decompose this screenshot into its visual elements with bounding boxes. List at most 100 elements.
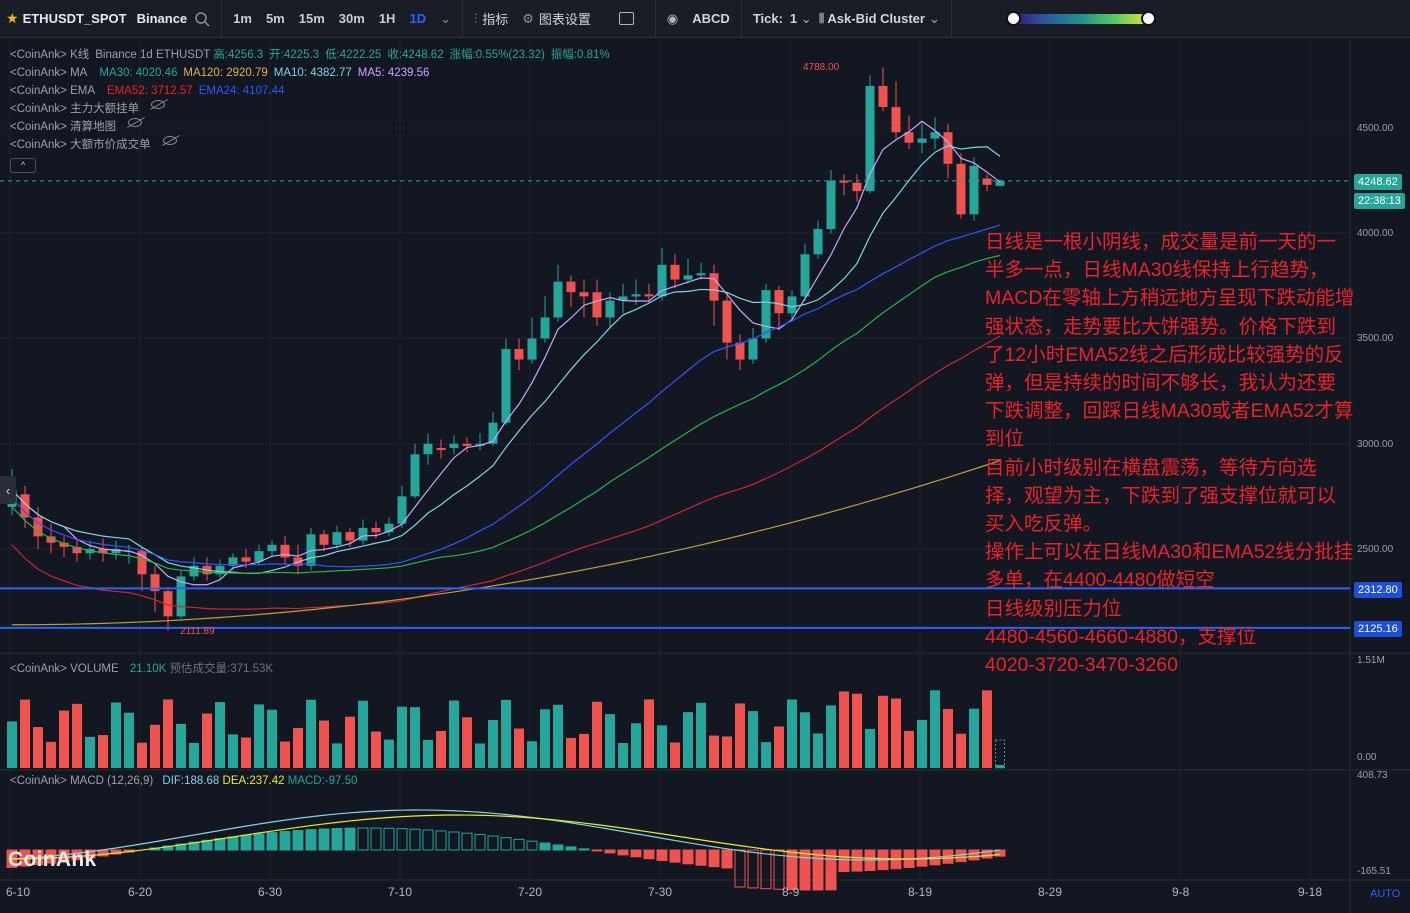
volume-bar — [436, 731, 446, 768]
interval-1d[interactable]: 1D — [402, 11, 433, 26]
candle-body — [774, 290, 784, 314]
macd-histogram-bar — [240, 834, 252, 851]
macd-histogram-bar — [357, 827, 369, 851]
candle-body — [891, 106, 901, 133]
volume-bar — [46, 741, 56, 768]
volume-bar — [98, 735, 108, 768]
ma-legend-row: <CoinAnk> MA MA30: 4020.46 MA120: 2920.7… — [10, 64, 610, 82]
interval-30m[interactable]: 30m — [332, 11, 372, 26]
interval-1m[interactable]: 1m — [226, 11, 259, 26]
liquidation-label: <CoinAnk> 清算地图 — [10, 121, 117, 133]
heatmap-gradient-slider[interactable] — [1005, 10, 1156, 26]
macd-histogram-bar — [695, 849, 707, 866]
candle-body — [267, 544, 277, 552]
chart-settings-button[interactable]: ⚙ 图表设置 — [515, 0, 598, 38]
square-icon — [618, 12, 634, 25]
liquidation-legend-row[interactable]: <CoinAnk> 清算地图 — [10, 118, 610, 136]
volume-bar — [189, 742, 199, 768]
big-trades-legend-row[interactable]: <CoinAnk> 大额市价成交单 — [10, 136, 610, 154]
x-axis-label: 9-8 — [1172, 885, 1190, 899]
cluster-icon: ⦀ — [818, 10, 825, 26]
macd-histogram-bar — [643, 849, 655, 860]
interval-5m[interactable]: 5m — [259, 11, 292, 26]
hidden-eye-icon[interactable] — [128, 118, 143, 127]
x-axis-label: 7-10 — [388, 885, 413, 899]
macd-histogram-bar — [292, 829, 304, 851]
symbol-name[interactable]: ETHUSDT_SPOT — [23, 11, 127, 26]
volume-bar — [878, 695, 888, 768]
volume-bar — [150, 724, 160, 768]
volume-bar — [748, 711, 758, 768]
indicators-label: 指标 — [482, 12, 509, 27]
volume-bar — [176, 723, 186, 768]
candle-body — [644, 294, 654, 297]
chart-settings-label: 图表设置 — [538, 12, 591, 27]
x-axis-label: 9-18 — [1298, 885, 1323, 899]
macd-histogram-bar — [305, 829, 317, 851]
x-axis-label: 6-20 — [128, 885, 153, 899]
candle-body — [514, 349, 524, 360]
volume-bar — [215, 702, 225, 768]
candle-body — [241, 557, 251, 562]
macd-axis-bottom: -165.51 — [1357, 866, 1391, 877]
macd-params: (12,26,9) — [107, 775, 154, 787]
macd-histogram-bar — [734, 849, 746, 888]
candle-body — [800, 254, 810, 297]
collapse-legend-button[interactable]: ^ — [10, 158, 36, 173]
volume-bar — [20, 699, 30, 768]
interval-15m[interactable]: 15m — [292, 11, 332, 26]
ema-legend-prefix: <CoinAnk> EMA — [10, 85, 96, 97]
volume-bar — [306, 699, 316, 768]
volume-bar — [137, 742, 147, 768]
volume-bar — [735, 703, 745, 768]
slider-knob-high[interactable] — [1140, 10, 1156, 26]
volume-bar — [527, 741, 537, 768]
candle-body — [436, 447, 446, 451]
volume-bar — [696, 702, 706, 768]
volume-bar — [930, 690, 940, 768]
volume-label: <CoinAnk> VOLUME — [10, 663, 119, 675]
abcd-button[interactable]: ABCD — [685, 0, 737, 38]
macd-histogram-bar — [656, 849, 668, 861]
favorite-star-icon[interactable]: ★ — [6, 10, 19, 27]
volume-bar — [293, 727, 303, 768]
interval-1h[interactable]: 1H — [372, 11, 403, 26]
slider-knob-low[interactable] — [1005, 10, 1021, 26]
tick-select[interactable]: 1 ⌄ — [790, 11, 812, 27]
price-tick: 3000.00 — [1357, 439, 1394, 450]
price-tick: 2500.00 — [1357, 544, 1394, 555]
volume-bar — [774, 726, 784, 768]
chevron-down-icon: ⌄ — [928, 10, 940, 26]
macd-histogram-bar — [474, 834, 486, 851]
interval-dropdown-chevron-icon[interactable]: ⌄ — [433, 0, 458, 38]
x-axis-label: 7-20 — [518, 885, 543, 899]
macd-histogram-bar — [318, 828, 330, 851]
main-orders-legend-row[interactable]: <CoinAnk> 主力大额挂单 — [10, 100, 610, 118]
ask-bid-cluster-select[interactable]: ⦀ Ask-Bid Cluster ⌄ — [812, 0, 947, 38]
indicators-button[interactable]: ⫶ 指标 — [467, 0, 515, 38]
search-icon[interactable] — [187, 0, 217, 38]
volume-bar-forecast — [995, 739, 1005, 769]
volume-bar — [917, 719, 927, 768]
volume-bar — [566, 737, 576, 768]
volume-bar — [826, 705, 836, 768]
scroll-left-arrow-icon[interactable]: ‹ — [0, 476, 16, 504]
macd-axis-top: 408.73 — [1357, 770, 1388, 781]
hidden-eye-icon[interactable] — [162, 136, 177, 145]
hidden-eye-icon[interactable] — [151, 100, 166, 109]
volume-bar — [423, 739, 433, 768]
volume-bar — [332, 743, 342, 768]
volume-bar — [579, 733, 589, 768]
macd-dea: DEA:237.42 — [222, 775, 285, 787]
kline-close: 收:4248.62 — [387, 49, 444, 61]
kline-low: 低:4222.25 — [325, 49, 382, 61]
analysis-annotation-text: 日线是一根小阴线，成交量是前一天的一半多一点，日线MA30线保持上行趋势，MAC… — [985, 231, 1355, 677]
visibility-eye-icon[interactable]: ◉ — [660, 0, 685, 38]
fullscreen-button[interactable] — [612, 0, 641, 38]
divider — [740, 0, 742, 38]
auto-scale-button[interactable]: AUTO — [1370, 888, 1400, 900]
price-tick: 4000.00 — [1357, 228, 1394, 239]
kline-amplitude: 振幅:0.81% — [550, 49, 610, 61]
volume-bar — [410, 707, 420, 768]
volume-bar — [163, 699, 173, 768]
